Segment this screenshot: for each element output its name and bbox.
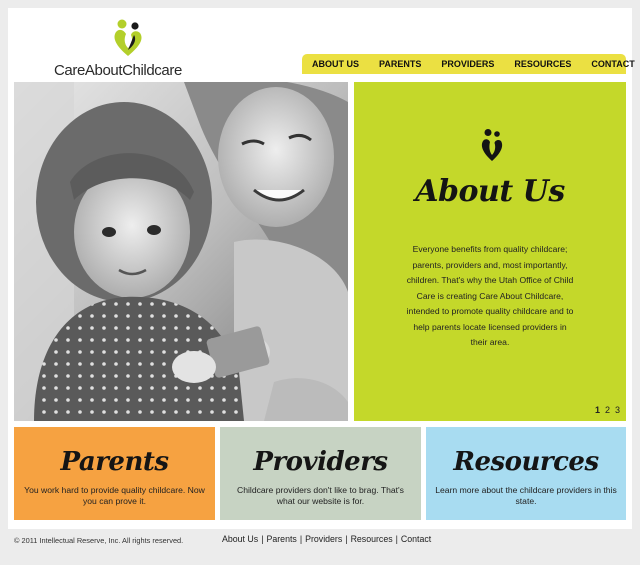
- nav-parents[interactable]: PARENTS: [369, 54, 431, 74]
- nav-providers[interactable]: PROVIDERS: [431, 54, 504, 74]
- pager-page-1[interactable]: 1: [595, 405, 600, 415]
- pager-page-3[interactable]: 3: [615, 405, 620, 415]
- footer-separator: |: [299, 534, 303, 544]
- footer-link-resources[interactable]: Resources: [351, 534, 393, 544]
- parents-card[interactable]: Parents You work hard to provide quality…: [14, 427, 215, 520]
- footer-links: About Us | Parents | Providers | Resourc…: [222, 534, 431, 544]
- footer-link-parents[interactable]: Parents: [266, 534, 296, 544]
- slide-pager: 1 2 3: [595, 405, 620, 415]
- providers-card[interactable]: Providers Childcare providers don't like…: [220, 427, 421, 520]
- resources-card-title: Resources: [453, 447, 599, 477]
- footer-link-contact[interactable]: Contact: [401, 534, 431, 544]
- footer-copyright: © 2011 Intellectual Reserve, Inc. All ri…: [14, 536, 184, 545]
- resources-card[interactable]: Resources Learn more about the childcare…: [426, 427, 626, 520]
- heart-figures-icon: [481, 129, 503, 161]
- about-description: Everyone benefits from quality childcare…: [406, 244, 574, 347]
- footer-link-about-us[interactable]: About Us: [222, 534, 258, 544]
- parents-card-title: Parents: [60, 447, 170, 477]
- nav-about-us[interactable]: ABOUT US: [302, 54, 369, 74]
- about-title: About Us: [415, 174, 565, 209]
- parents-card-text: You work hard to provide quality childca…: [24, 485, 205, 506]
- footer-link-providers[interactable]: Providers: [305, 534, 342, 544]
- site-logo[interactable]: CareAboutChildcare: [54, 18, 194, 80]
- main-nav: ABOUT US PARENTS PROVIDERS RESOURCES CON…: [302, 54, 635, 74]
- nav-resources[interactable]: RESOURCES: [504, 54, 581, 74]
- nav-contact[interactable]: CONTACT: [581, 54, 640, 74]
- providers-card-title: Providers: [253, 447, 388, 477]
- heart-figures-icon: [114, 19, 142, 56]
- logo-word-childcare: Childcare: [122, 62, 182, 79]
- hero-photo: [14, 82, 348, 421]
- logo-word-about: About: [84, 62, 123, 79]
- about-panel: About Us Everyone benefits from quality …: [354, 82, 626, 421]
- pager-page-2[interactable]: 2: [605, 405, 610, 415]
- page-container: CareAboutChildcare ABOUT US PARENTS PROV…: [8, 8, 635, 529]
- footer-separator: |: [395, 534, 398, 544]
- providers-card-text: Childcare providers don't like to brag. …: [237, 485, 404, 506]
- resources-card-text: Learn more about the childcare providers…: [435, 485, 617, 506]
- logo-word-care: Care: [54, 62, 85, 79]
- footer-separator: |: [345, 534, 348, 544]
- hero-photo-image: [14, 82, 348, 421]
- footer-separator: |: [261, 534, 264, 544]
- logo-wordmark: CareAboutChildcare: [54, 62, 194, 79]
